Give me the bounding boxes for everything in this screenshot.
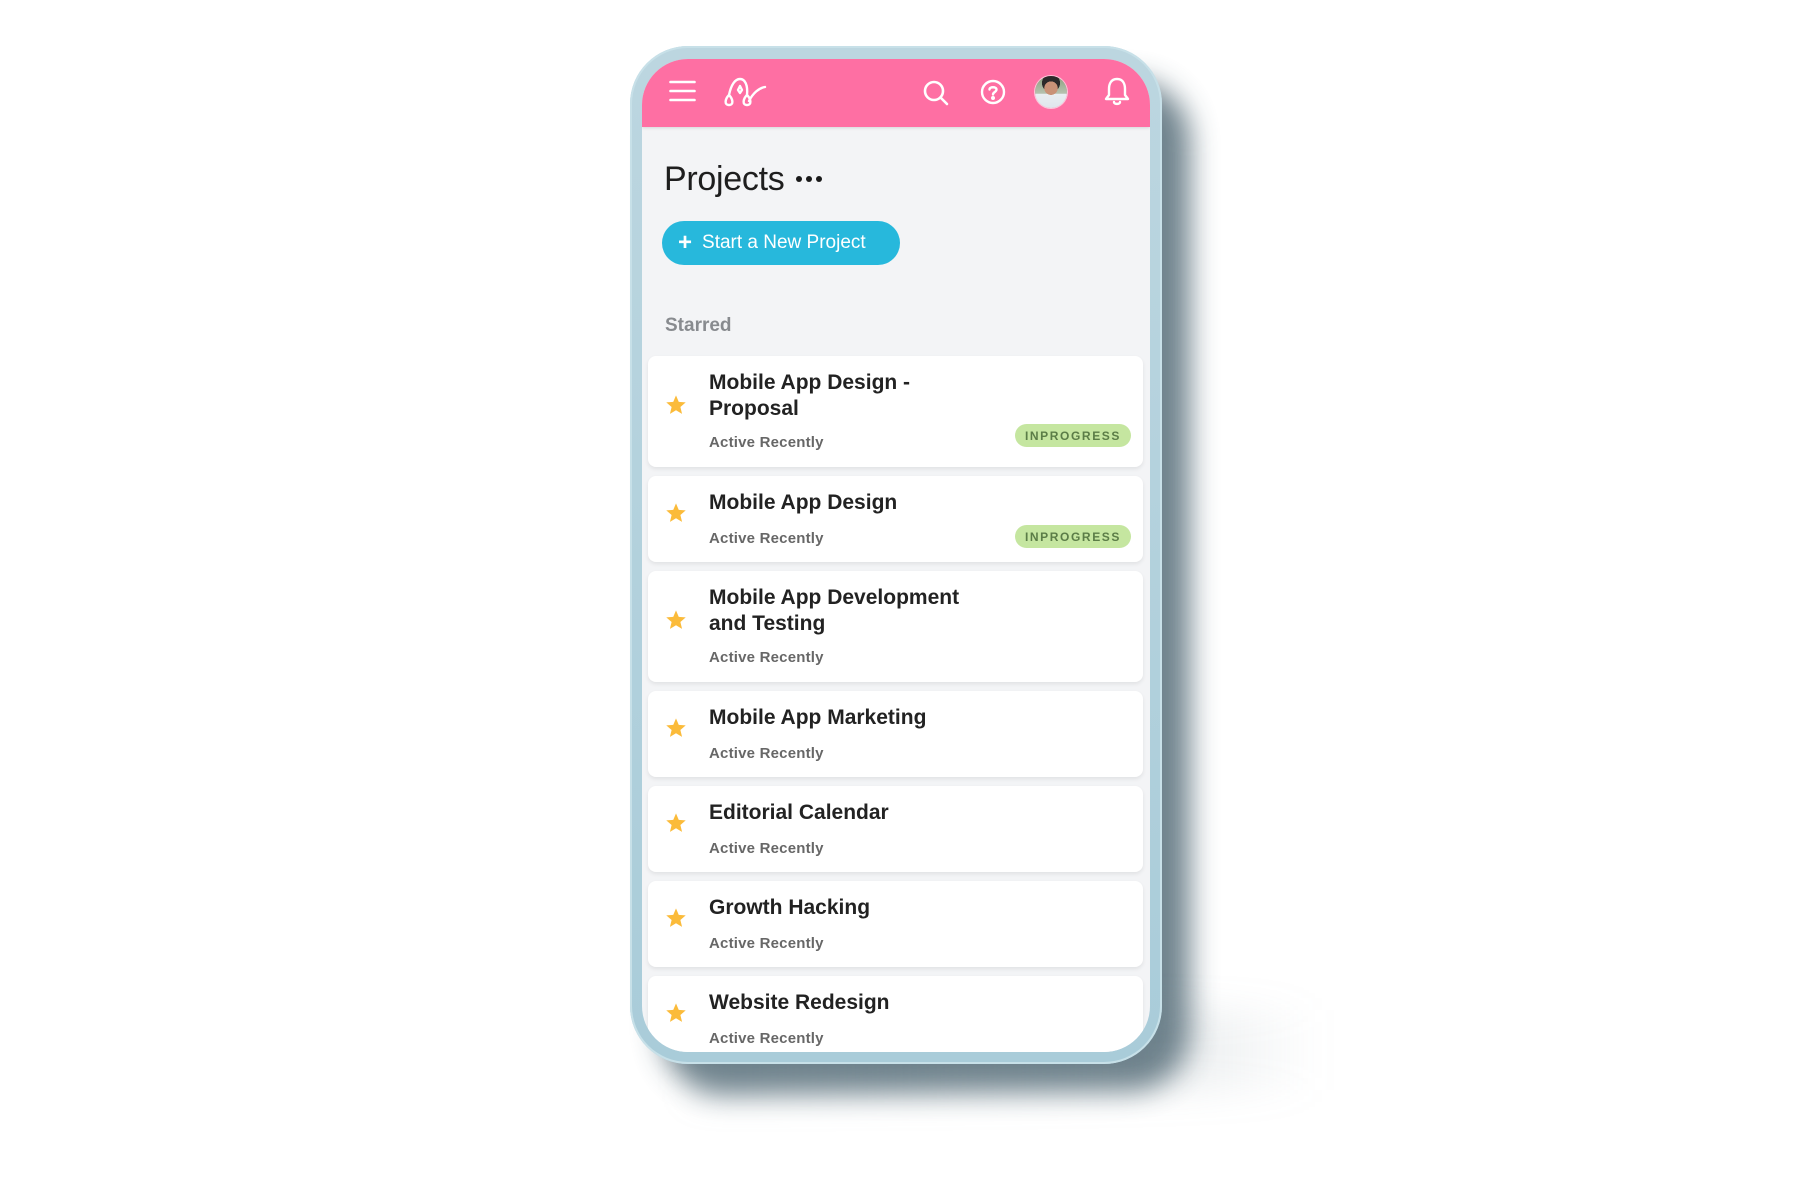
project-title: Growth Hacking <box>709 896 871 919</box>
user-avatar[interactable] <box>1035 76 1067 108</box>
page-title-text: Projects <box>664 160 785 198</box>
project-card[interactable]: Editorial Calendar Active Recently <box>648 786 1143 872</box>
project-title: Editorial Calendar <box>709 801 889 824</box>
start-new-project-button[interactable]: + Start a New Project <box>662 221 900 265</box>
star-icon[interactable] <box>665 394 687 416</box>
project-activity: Active Recently <box>709 434 824 451</box>
hamburger-menu-icon[interactable] <box>669 80 696 102</box>
project-activity: Active Recently <box>709 935 824 952</box>
start-new-project-label: Start a New Project <box>702 232 866 253</box>
project-activity: Active Recently <box>709 745 824 762</box>
app-header <box>642 59 1150 127</box>
page-title: Projects <box>664 159 785 199</box>
star-icon[interactable] <box>665 609 687 631</box>
star-icon[interactable] <box>665 502 687 524</box>
search-icon[interactable] <box>923 80 949 106</box>
ellipsis-icon[interactable] <box>796 172 822 186</box>
project-title: Mobile App Marketing <box>709 706 927 729</box>
project-title: Website Redesign <box>709 991 890 1014</box>
starred-project-list: Mobile App Design - Proposal Active Recen… <box>648 356 1143 1052</box>
project-activity: Active Recently <box>709 649 824 666</box>
project-card[interactable]: Mobile App Marketing Active Recently <box>648 691 1143 777</box>
project-card[interactable]: Mobile App Development and Testing Active… <box>648 571 1143 682</box>
project-title: Mobile App Design - Proposal <box>709 371 911 420</box>
bell-icon[interactable] <box>1104 76 1130 106</box>
star-icon[interactable] <box>665 907 687 929</box>
help-icon[interactable] <box>980 79 1006 105</box>
star-icon[interactable] <box>665 717 687 739</box>
plus-icon: + <box>678 229 693 256</box>
star-icon[interactable] <box>665 812 687 834</box>
project-card[interactable]: Growth Hacking Active Recently <box>648 881 1143 967</box>
project-title: Mobile App Design <box>709 491 898 514</box>
star-icon[interactable] <box>665 1002 687 1024</box>
project-activity: Active Recently <box>709 530 824 547</box>
status-badge: INPROGRESS <box>1015 525 1131 548</box>
project-card[interactable]: Mobile App Design - Proposal Active Recen… <box>648 356 1143 467</box>
project-title: Mobile App Development and Testing <box>709 586 960 635</box>
project-card[interactable]: Website Redesign Active Recently <box>648 976 1143 1052</box>
status-badge: INPROGRESS <box>1015 424 1131 447</box>
project-activity: Active Recently <box>709 1030 824 1047</box>
starred-section-label: Starred <box>665 315 732 336</box>
project-activity: Active Recently <box>709 840 824 857</box>
app-logo-icon[interactable] <box>721 77 767 107</box>
phone-screen: Projects + Start a New Project Starred M… <box>642 59 1150 1052</box>
project-card[interactable]: Mobile App Design Active Recently INPROG… <box>648 476 1143 562</box>
